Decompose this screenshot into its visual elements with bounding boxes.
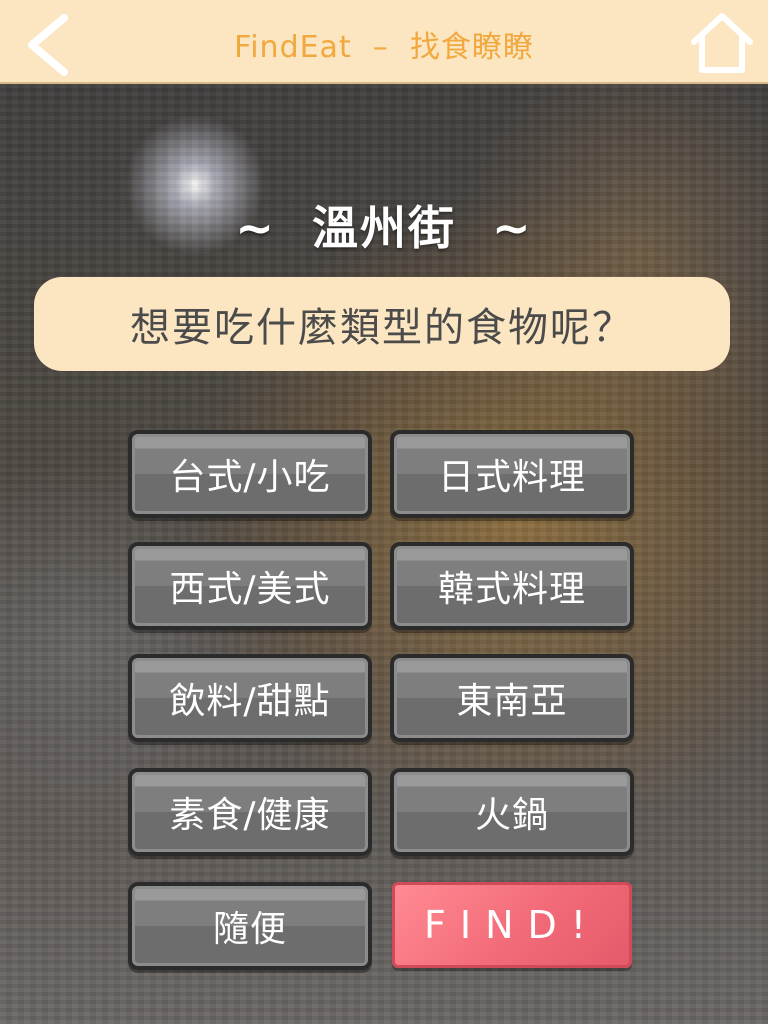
home-icon[interactable]: [690, 12, 754, 74]
app-title: FindEat – 找食瞭瞭: [234, 30, 534, 65]
find-button[interactable]: FIND!: [392, 882, 632, 968]
category-button-western[interactable]: 西式/美式: [128, 542, 372, 630]
category-button-drinks-desserts[interactable]: 飲料/甜點: [128, 654, 372, 742]
category-button-japanese[interactable]: 日式料理: [390, 430, 634, 518]
category-button-vegetarian-healthy[interactable]: 素食/健康: [128, 768, 372, 856]
category-button-southeast-asian[interactable]: 東南亞: [390, 654, 634, 742]
category-button-hotpot[interactable]: 火鍋: [390, 768, 634, 856]
back-chevron-icon[interactable]: [22, 14, 74, 76]
question-banner: 想要吃什麼類型的食物呢？: [34, 277, 730, 371]
category-button-random[interactable]: 隨便: [128, 882, 372, 970]
header-bar: FindEat – 找食瞭瞭: [0, 0, 768, 84]
category-button-korean[interactable]: 韓式料理: [390, 542, 634, 630]
location-title: ~ 溫州街 ~: [235, 201, 533, 255]
question-text: 想要吃什麼類型的食物呢？: [130, 305, 634, 351]
category-button-taiwanese[interactable]: 台式/小吃: [128, 430, 372, 518]
